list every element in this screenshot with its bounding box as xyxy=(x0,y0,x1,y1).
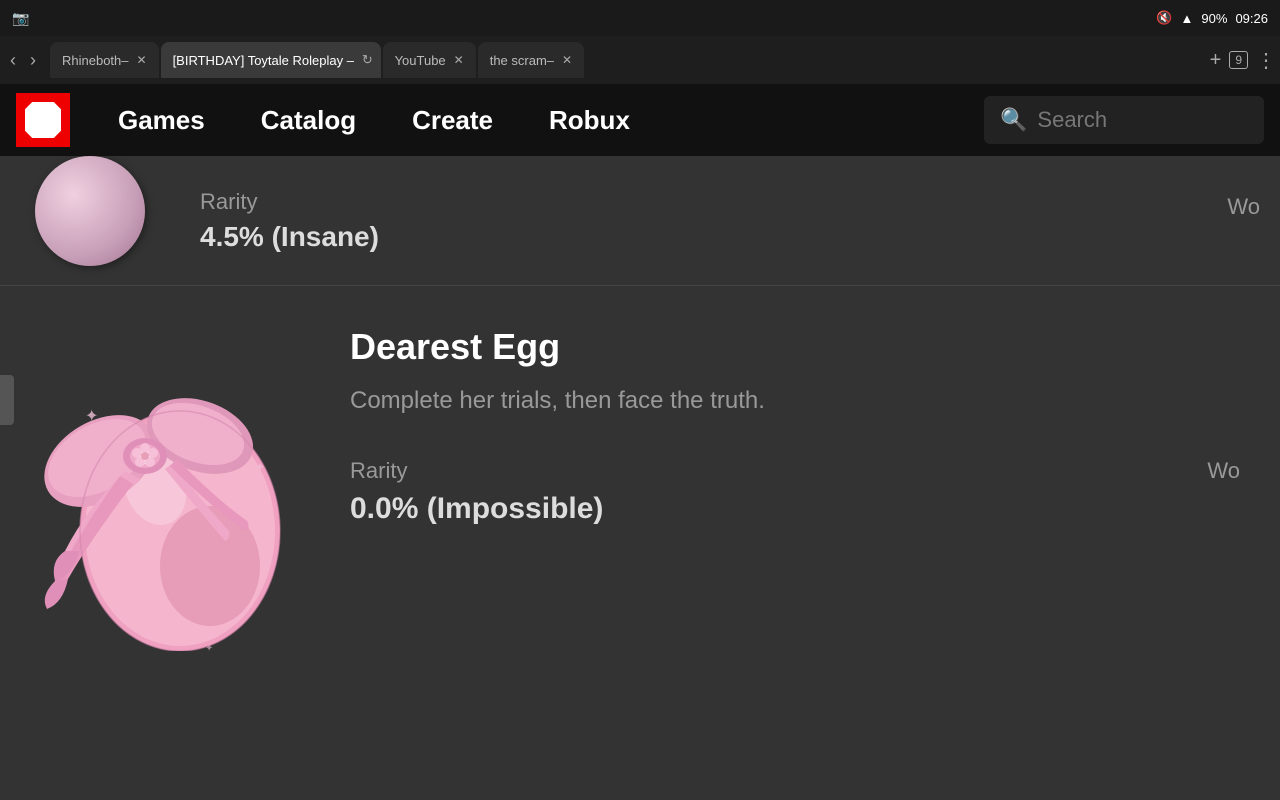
search-placeholder: Search xyxy=(1037,107,1107,133)
roblox-logo-icon xyxy=(25,102,61,138)
stats-row: Rarity 0.0% (Impossible) Wo xyxy=(350,458,1260,526)
time-display: 09:26 xyxy=(1235,11,1268,26)
item-details: Dearest Egg Complete her trials, then fa… xyxy=(340,316,1280,526)
svg-text:✦: ✦ xyxy=(255,460,265,474)
reload-icon[interactable]: ↻ xyxy=(362,52,373,68)
mute-icon: 🔇 xyxy=(1156,10,1172,26)
tab-bar: ‹ › Rhineboth– ✕ [BIRTHDAY] Toytale Role… xyxy=(0,36,1280,84)
item1-rarity-label: Rarity xyxy=(200,189,379,215)
dearest-egg-svg: ✦ ✦ ✦ xyxy=(25,331,315,651)
tab-scram-close[interactable]: ✕ xyxy=(562,53,572,67)
wifi-icon: ▲ xyxy=(1181,11,1194,26)
tab-count[interactable]: 9 xyxy=(1229,51,1248,69)
nav-robux[interactable]: Robux xyxy=(521,105,658,136)
tab-scram[interactable]: the scram– ✕ xyxy=(478,42,584,78)
svg-text:✦: ✦ xyxy=(85,408,98,425)
item2-rarity-value: 0.0% (Impossible) xyxy=(350,492,795,526)
item2-rarity-label: Rarity xyxy=(350,458,795,484)
add-tab-button[interactable]: + xyxy=(1210,49,1222,72)
item-info-1: Rarity 4.5% (Insane) Wo xyxy=(180,159,1280,263)
nav-links: Games Catalog Create Robux xyxy=(90,105,984,136)
nav-catalog[interactable]: Catalog xyxy=(233,105,384,136)
item2-worth-label: Wo xyxy=(795,458,1240,484)
back-button[interactable]: ‹ xyxy=(4,46,22,75)
battery-text: 90% xyxy=(1201,11,1227,26)
tab-youtube[interactable]: YouTube ✕ xyxy=(383,42,476,78)
tab-actions: + 9 ⋮ xyxy=(1210,48,1276,73)
tab-youtube-close[interactable]: ✕ xyxy=(454,53,464,67)
tab-youtube-label: YouTube xyxy=(395,53,446,68)
more-options-button[interactable]: ⋮ xyxy=(1256,48,1276,73)
tab-scram-label: the scram– xyxy=(490,53,554,68)
item-sphere-image xyxy=(35,156,145,266)
status-bar: 📷 🔇 ▲ 90% 09:26 xyxy=(0,0,1280,36)
tab-rhineboth[interactable]: Rhineboth– ✕ xyxy=(50,42,159,78)
nav-create[interactable]: Create xyxy=(384,105,521,136)
item1-rarity-value: 4.5% (Insane) xyxy=(200,221,379,253)
content-area: Rarity 4.5% (Insane) Wo xyxy=(0,156,1280,800)
item2-name: Dearest Egg xyxy=(350,326,1260,368)
rarity-col: Rarity 0.0% (Impossible) xyxy=(350,458,795,526)
search-icon: 🔍 xyxy=(1000,107,1027,133)
item-image-1 xyxy=(0,156,180,276)
camera-icon: 📷 xyxy=(12,10,29,27)
nav-games[interactable]: Games xyxy=(90,105,233,136)
search-box[interactable]: 🔍 Search xyxy=(984,96,1264,144)
tab-rhineboth-close[interactable]: ✕ xyxy=(137,53,147,67)
item2-description: Complete her trials, then face the truth… xyxy=(350,384,1260,418)
navbar: Games Catalog Create Robux 🔍 Search xyxy=(0,84,1280,156)
roblox-logo[interactable] xyxy=(16,93,70,147)
status-right: 🔇 ▲ 90% 09:26 xyxy=(1156,10,1268,26)
status-left: 📷 xyxy=(12,10,29,27)
item-section-2: ✦ ✦ ✦ Dearest Egg Complete her trials, t… xyxy=(0,286,1280,686)
tab-rhineboth-label: Rhineboth– xyxy=(62,53,129,68)
side-handle[interactable] xyxy=(0,375,14,425)
nav-arrows: ‹ › xyxy=(4,46,42,75)
item1-worth-label: Wo xyxy=(1227,194,1260,220)
tab-toytale-label: [BIRTHDAY] Toytale Roleplay – xyxy=(173,53,354,68)
item-image-2: ✦ ✦ ✦ xyxy=(0,316,340,666)
item-section-1: Rarity 4.5% (Insane) Wo xyxy=(0,156,1280,286)
forward-button[interactable]: › xyxy=(24,46,42,75)
worth-col-2: Wo xyxy=(795,458,1260,492)
tab-toytale[interactable]: [BIRTHDAY] Toytale Roleplay – ↻ ✕ xyxy=(161,42,381,78)
